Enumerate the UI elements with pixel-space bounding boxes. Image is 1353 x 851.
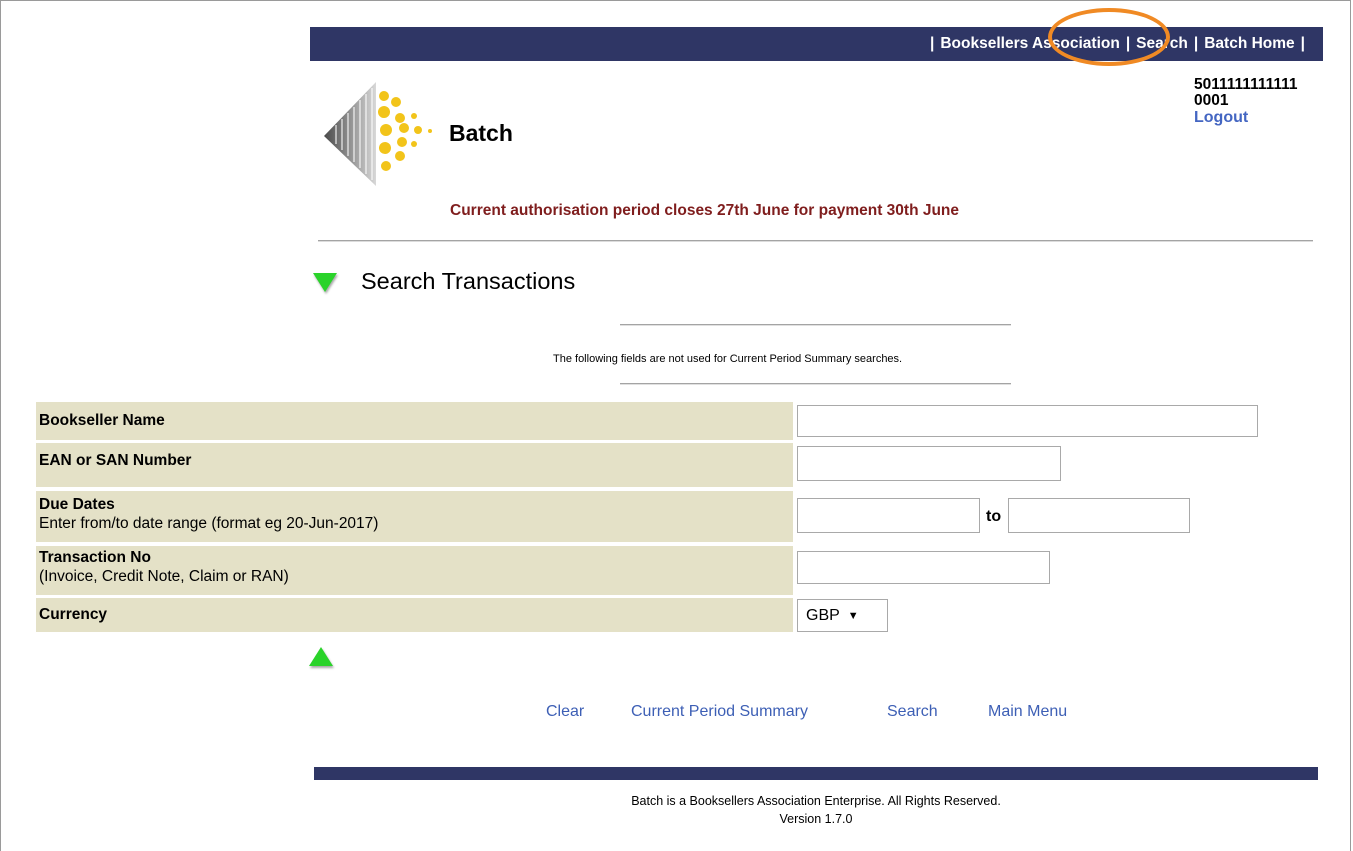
transaction-no-input[interactable] [797, 551, 1050, 584]
top-nav-bar: | Booksellers Association | Search | Bat… [310, 27, 1323, 61]
note-divider-bottom [620, 383, 1011, 385]
section-title: Search Transactions [361, 268, 576, 294]
main-menu-link[interactable]: Main Menu [988, 703, 1067, 721]
dropdown-caret-icon: ▼ [847, 609, 859, 622]
transaction-no-label: Transaction No [39, 549, 151, 566]
account-info: 5011111111111 0001 Logout [1194, 77, 1298, 126]
logout-link[interactable]: Logout [1194, 110, 1298, 126]
due-date-to-label: to [986, 508, 1002, 525]
ean-san-row: EAN or SAN Number [36, 443, 793, 487]
account-number-suffix: 0001 [1194, 92, 1229, 109]
clear-link[interactable]: Clear [546, 703, 584, 721]
footer-copyright: Batch is a Booksellers Association Enter… [631, 794, 1001, 808]
expand-triangle-icon[interactable] [309, 647, 333, 666]
ean-san-input[interactable] [797, 446, 1061, 481]
header-divider [318, 240, 1313, 242]
collapse-triangle-icon[interactable] [313, 273, 337, 292]
account-number: 5011111111111 [1194, 76, 1298, 93]
footer: Batch is a Booksellers Association Enter… [314, 792, 1318, 828]
authorisation-notice: Current authorisation period closes 27th… [450, 202, 960, 219]
current-period-summary-link[interactable]: Current Period Summary [631, 703, 808, 721]
due-dates-hint: Enter from/to date range (format eg 20-J… [39, 515, 379, 532]
nav-search[interactable]: Search [1136, 35, 1188, 53]
transaction-no-row: Transaction No (Invoice, Credit Note, Cl… [36, 546, 793, 595]
footer-version: Version 1.7.0 [779, 812, 853, 826]
currency-row: Currency [36, 598, 793, 632]
note-divider-top [620, 324, 1011, 326]
section-header[interactable]: Search Transactions [313, 268, 575, 295]
bookseller-name-input[interactable] [797, 405, 1258, 437]
currency-selected-value: GBP [806, 606, 840, 624]
footer-bar [314, 767, 1318, 780]
ean-san-label: EAN or SAN Number [39, 452, 192, 469]
due-dates-row: Due Dates Enter from/to date range (form… [36, 491, 793, 542]
nav-batch-home[interactable]: Batch Home [1204, 35, 1294, 53]
due-dates-label: Due Dates [39, 496, 115, 513]
brand-title: Batch [449, 120, 513, 146]
due-date-from-input[interactable] [797, 498, 980, 533]
batch-logo [324, 82, 432, 186]
currency-select[interactable]: GBP ▼ [797, 599, 888, 632]
currency-label: Currency [39, 606, 108, 623]
transaction-no-hint: (Invoice, Credit Note, Claim or RAN) [39, 568, 289, 585]
bookseller-name-label: Bookseller Name [39, 412, 165, 429]
bookseller-name-row: Bookseller Name [36, 402, 793, 440]
nav-booksellers-association[interactable]: Booksellers Association [940, 35, 1119, 53]
section-note: The following fields are not used for Cu… [553, 353, 903, 365]
due-date-to-input[interactable] [1008, 498, 1190, 533]
search-link[interactable]: Search [887, 703, 938, 721]
